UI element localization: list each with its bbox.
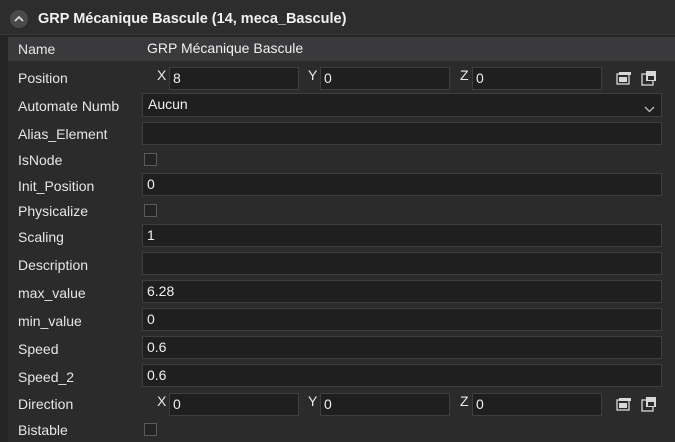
speed-label: Speed [18, 341, 59, 357]
row-direction: Direction X 0 Y 0 Z 0 [8, 390, 675, 418]
speed-2-field[interactable]: 0.6 [142, 364, 662, 387]
scaling-label: Scaling [18, 229, 64, 245]
row-max-value: max_value 6.28 [8, 280, 675, 306]
position-z-field[interactable]: 0 [472, 67, 602, 90]
direction-z-label: Z [460, 393, 469, 409]
panel-title: GRP Mécanique Bascule (14, meca_Bascule) [38, 11, 347, 27]
isnode-checkbox[interactable] [144, 153, 157, 166]
row-description: Description [8, 252, 675, 278]
name-field[interactable]: GRP Mécanique Bascule [142, 37, 662, 61]
row-automate: Automate Numb Aucun [8, 93, 675, 119]
max-value-label: max_value [18, 285, 86, 301]
chevron-down-icon [644, 100, 655, 116]
alias-field[interactable] [142, 122, 662, 145]
position-z-label: Z [460, 67, 469, 83]
automate-label: Automate Numb [18, 98, 120, 114]
chevron-up-icon[interactable] [10, 10, 28, 28]
bistable-label: Bistable [18, 422, 68, 438]
scaling-field[interactable]: 1 [142, 224, 662, 247]
automate-selected-value: Aucun [148, 96, 188, 112]
row-init-position: Init_Position 0 [8, 173, 675, 199]
row-physicalize: Physicalize [8, 200, 675, 224]
row-name[interactable]: Name GRP Mécanique Bascule [8, 37, 675, 61]
isnode-label: IsNode [18, 152, 63, 168]
description-label: Description [18, 257, 89, 273]
alias-label: Alias_Element [18, 126, 108, 142]
row-alias: Alias_Element [8, 121, 675, 147]
row-isnode: IsNode [8, 149, 675, 173]
copy-icon[interactable] [640, 69, 658, 87]
physicalize-label: Physicalize [18, 203, 89, 219]
row-scaling: Scaling 1 [8, 224, 675, 250]
position-label: Position [18, 70, 68, 86]
max-value-field[interactable]: 6.28 [142, 280, 662, 303]
copy-icon[interactable] [640, 395, 658, 413]
position-y-label: Y [308, 67, 318, 83]
position-x-label: X [157, 67, 167, 83]
panel-header[interactable]: GRP Mécanique Bascule (14, meca_Bascule) [0, 0, 675, 35]
row-bistable: Bistable [8, 420, 675, 442]
row-speed: Speed 0.6 [8, 336, 675, 362]
name-label: Name [18, 41, 56, 57]
row-min-value: min_value 0 [8, 308, 675, 334]
direction-y-label: Y [308, 393, 318, 409]
direction-y-field[interactable]: 0 [320, 393, 450, 416]
row-position: Position X 8 Y 0 Z 0 [8, 64, 675, 92]
speed-field[interactable]: 0.6 [142, 336, 662, 359]
window-icon[interactable] [615, 395, 633, 413]
direction-z-field[interactable]: 0 [472, 393, 602, 416]
speed-2-label: Speed_2 [18, 369, 75, 385]
position-x-field[interactable]: 8 [169, 67, 299, 90]
bistable-checkbox[interactable] [144, 423, 157, 436]
init-position-field[interactable]: 0 [142, 173, 662, 196]
description-field[interactable] [142, 252, 662, 275]
direction-x-label: X [157, 393, 167, 409]
property-grid: Name GRP Mécanique Bascule Position X 8 … [8, 37, 675, 442]
window-icon[interactable] [615, 69, 633, 87]
min-value-label: min_value [18, 313, 82, 329]
direction-label: Direction [18, 396, 74, 412]
physicalize-checkbox[interactable] [144, 204, 157, 217]
row-speed-2: Speed_2 0.6 [8, 364, 675, 390]
direction-x-field[interactable]: 0 [169, 393, 299, 416]
min-value-field[interactable]: 0 [142, 308, 662, 331]
init-position-label: Init_Position [18, 178, 95, 194]
position-y-field[interactable]: 0 [320, 67, 450, 90]
automate-select[interactable]: Aucun [142, 93, 662, 117]
